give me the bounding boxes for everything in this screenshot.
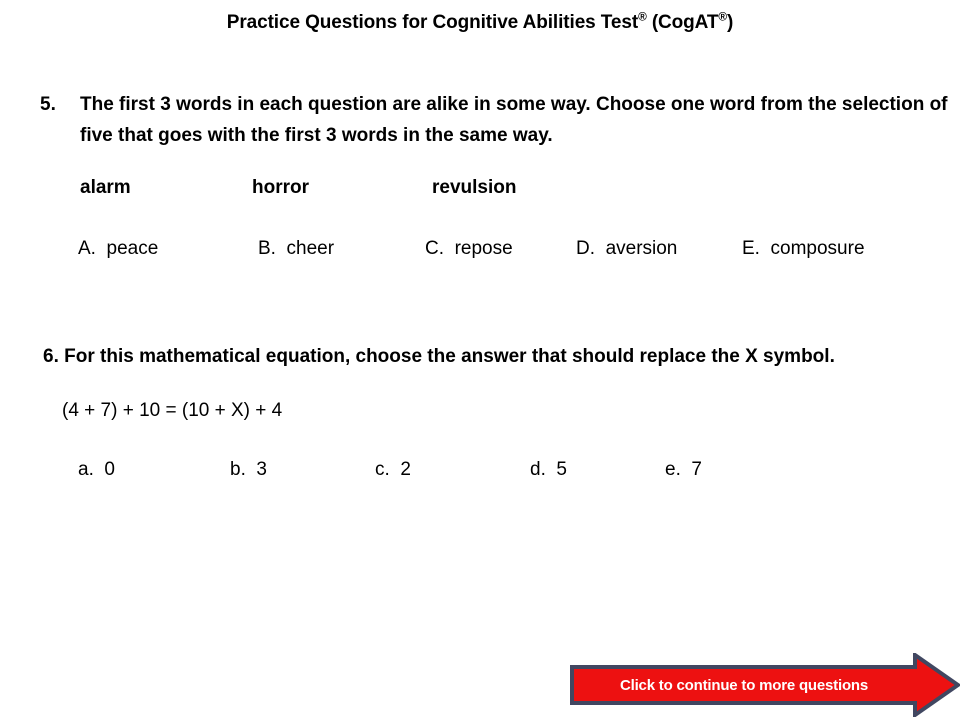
slide-canvas: Practice Questions for Cognitive Abiliti… (0, 0, 960, 720)
question-6-option-c[interactable]: c. 2 (375, 459, 530, 481)
right-arrow-icon (570, 653, 960, 717)
option-text: composure (770, 238, 865, 259)
question-6-options: a. 0 b. 3 c. 2 d. 5 e. 7 (78, 459, 702, 481)
question-5-prompt-words: alarm horror revulsion (80, 177, 516, 199)
question-5-options: A. peace B. cheer C. repose D. aversion E. c… (78, 238, 865, 260)
page-title-suffix: ) (726, 12, 734, 33)
page-title: Practice Questions for Cognitive Abiliti… (0, 10, 960, 34)
question-6-option-a[interactable]: a. 0 (78, 459, 230, 481)
question-5-number: 5. (40, 94, 56, 115)
continue-to-more-questions-button[interactable]: Click to continue to more questions (570, 653, 960, 717)
option-letter: D. (576, 238, 595, 259)
question-6-stem: 6. For this mathematical equation, choos… (43, 346, 835, 367)
option-text: peace (106, 238, 159, 259)
registered-trademark-icon: ® (718, 10, 727, 24)
option-letter: a. (78, 459, 94, 480)
option-letter: e. (665, 459, 681, 480)
option-text: 0 (104, 459, 115, 480)
page-title-middle: (CogAT (646, 12, 719, 33)
question-5-stem: 5. The first 3 words in each question are… (40, 89, 960, 151)
question-6-equation: (4 + 7) + 10 = (10 + X) + 4 (62, 400, 283, 421)
registered-trademark-icon: ® (638, 10, 647, 24)
prompt-word-1: alarm (80, 177, 131, 198)
question-5-option-d[interactable]: D. aversion (576, 238, 742, 260)
option-letter: A. (78, 238, 96, 259)
question-5-option-e[interactable]: E. composure (742, 238, 865, 260)
question-6-option-e[interactable]: e. 7 (665, 459, 702, 481)
option-letter: E. (742, 238, 760, 259)
page-title-prefix: Practice Questions for Cognitive Abiliti… (226, 12, 639, 33)
question-5-text: The first 3 words in each question are a… (80, 94, 948, 146)
question-5-option-c[interactable]: C. repose (425, 238, 576, 260)
option-text: cheer (286, 238, 335, 259)
question-6-option-d[interactable]: d. 5 (530, 459, 665, 481)
option-text: repose (454, 238, 513, 259)
option-letter: B. (258, 238, 276, 259)
question-6-option-b[interactable]: b. 3 (230, 459, 375, 481)
option-text: 2 (400, 459, 411, 480)
prompt-word-2: horror (252, 177, 309, 198)
option-letter: C. (425, 238, 444, 259)
option-text: 5 (556, 459, 567, 480)
option-letter: b. (230, 459, 246, 480)
question-5-option-a[interactable]: A. peace (78, 238, 258, 260)
option-letter: d. (530, 459, 546, 480)
option-text: 3 (256, 459, 267, 480)
option-text: aversion (605, 238, 678, 259)
prompt-word-3: revulsion (432, 177, 517, 198)
option-letter: c. (375, 459, 390, 480)
question-5-option-b[interactable]: B. cheer (258, 238, 425, 260)
option-text: 7 (691, 459, 702, 480)
